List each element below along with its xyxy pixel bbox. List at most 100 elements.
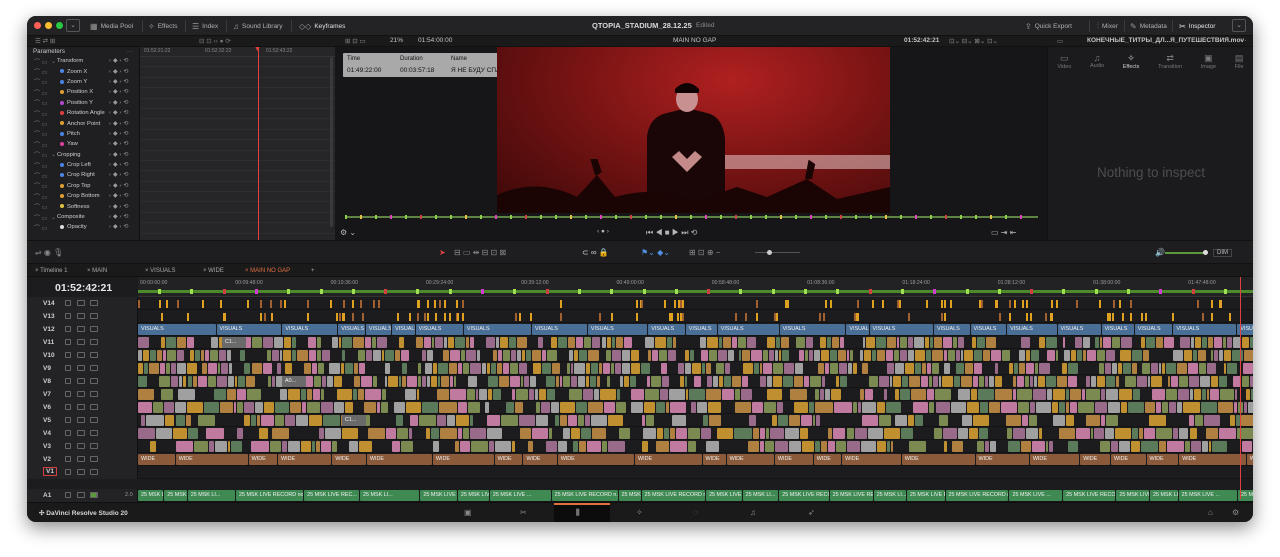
clip[interactable] <box>1059 428 1076 439</box>
clip-sliver[interactable] <box>925 300 928 308</box>
clip[interactable] <box>612 350 621 361</box>
clip[interactable] <box>815 402 834 413</box>
clip-sliver[interactable] <box>284 300 287 308</box>
keyframe-row[interactable] <box>140 161 335 172</box>
clip[interactable] <box>1156 428 1172 439</box>
clip[interactable] <box>643 402 655 413</box>
clip[interactable] <box>422 402 439 413</box>
selection-tool-icon[interactable]: ➤ <box>439 248 446 257</box>
track-visibility-icon[interactable] <box>77 492 85 498</box>
clip[interactable] <box>532 350 542 361</box>
clip[interactable] <box>1191 441 1202 452</box>
clip[interactable] <box>497 363 503 374</box>
clip[interactable] <box>1013 389 1016 400</box>
clip[interactable] <box>1195 337 1201 348</box>
clip[interactable] <box>490 363 497 374</box>
clip[interactable] <box>274 402 289 413</box>
clip[interactable] <box>266 350 271 361</box>
clip[interactable] <box>783 363 794 374</box>
clip[interactable] <box>454 376 457 387</box>
clip[interactable] <box>1065 389 1070 400</box>
clip[interactable] <box>176 337 187 348</box>
clip[interactable] <box>577 376 585 387</box>
clip[interactable] <box>566 363 571 374</box>
clip-sliver[interactable] <box>1211 300 1214 308</box>
audio-clip[interactable]: 25 MSK LIVE RECORD no ... <box>641 490 706 501</box>
clip[interactable] <box>328 363 340 374</box>
clip-sliver[interactable] <box>1130 313 1133 321</box>
clip[interactable] <box>254 402 263 413</box>
clip[interactable] <box>700 337 706 348</box>
clip[interactable] <box>621 350 630 361</box>
clip[interactable] <box>200 350 204 361</box>
param-row[interactable]: ⌒ ▭ Rotation Angle ‹ ◆ › ⟲ <box>27 108 139 118</box>
clip[interactable] <box>204 350 210 361</box>
timeline-tab[interactable]: × MAIN <box>83 266 107 276</box>
clip[interactable]: WIDE <box>278 454 332 465</box>
clip-sliver[interactable] <box>1118 300 1121 308</box>
clip[interactable] <box>691 363 702 374</box>
clip[interactable] <box>283 350 291 361</box>
keyframe-row[interactable] <box>140 202 335 213</box>
keyframe-curve-icon[interactable]: ⌒ ▭ <box>34 161 47 170</box>
clip[interactable] <box>1112 363 1117 374</box>
keyframe-curve-icon[interactable]: ⌒ ▭ <box>34 67 47 76</box>
clip[interactable] <box>239 350 245 361</box>
clip[interactable] <box>930 337 934 348</box>
clip[interactable] <box>256 415 261 426</box>
clip[interactable] <box>153 402 164 413</box>
clip[interactable] <box>353 337 365 348</box>
clip[interactable] <box>1119 441 1130 452</box>
clip[interactable] <box>580 428 592 439</box>
clip-sliver[interactable] <box>853 313 856 321</box>
clip[interactable] <box>734 402 752 413</box>
clip[interactable] <box>734 428 752 439</box>
clip-sliver[interactable] <box>427 313 430 321</box>
clip[interactable] <box>187 376 193 387</box>
clip[interactable] <box>943 441 948 452</box>
clip[interactable] <box>320 389 325 400</box>
param-row[interactable]: ⌒ ▭ Crop Right ‹ ◆ › ⟲ <box>27 170 139 180</box>
clip[interactable] <box>285 363 292 374</box>
clip-sliver[interactable] <box>1099 300 1102 308</box>
param-row[interactable]: ⌒ ▭ Position Y ‹ ◆ › ⟲ <box>27 98 139 108</box>
clip[interactable] <box>208 363 217 374</box>
clip[interactable] <box>425 428 431 439</box>
clip[interactable] <box>911 389 927 400</box>
lock-icon[interactable] <box>65 300 71 306</box>
clip[interactable] <box>607 337 611 348</box>
clip[interactable] <box>719 376 723 387</box>
clip-sliver[interactable] <box>680 300 683 308</box>
clip[interactable] <box>608 441 625 452</box>
clip[interactable] <box>643 428 656 439</box>
clip[interactable] <box>358 363 366 374</box>
clip[interactable] <box>827 441 835 452</box>
clip[interactable] <box>602 363 611 374</box>
clip[interactable] <box>656 441 670 452</box>
clip[interactable]: WIDE <box>842 454 901 465</box>
clip[interactable] <box>887 441 891 452</box>
clip[interactable] <box>562 428 570 439</box>
keyframe-row[interactable] <box>140 213 335 224</box>
clip[interactable] <box>432 363 437 374</box>
param-row[interactable]: ⌒ ▭ Crop Left ‹ ◆ › ⟲ <box>27 160 139 170</box>
clip-sliver[interactable] <box>610 313 613 321</box>
more-icon[interactable]: ··· <box>1240 37 1247 44</box>
clip[interactable] <box>835 441 847 452</box>
clip[interactable] <box>236 389 246 400</box>
clip[interactable] <box>220 363 228 374</box>
clip-sliver[interactable] <box>1021 300 1024 308</box>
clip-sliver[interactable] <box>756 300 759 308</box>
clip[interactable] <box>983 350 990 361</box>
clip[interactable] <box>751 350 763 361</box>
clip[interactable] <box>309 415 323 426</box>
clip[interactable] <box>418 376 422 387</box>
clip[interactable] <box>1202 389 1206 400</box>
clip[interactable] <box>570 428 580 439</box>
clip[interactable] <box>749 415 756 426</box>
clip[interactable] <box>752 402 764 413</box>
clip-sliver[interactable] <box>417 313 420 321</box>
lock-icon[interactable] <box>65 339 71 345</box>
clip[interactable] <box>1200 376 1210 387</box>
clip[interactable] <box>1000 402 1018 413</box>
